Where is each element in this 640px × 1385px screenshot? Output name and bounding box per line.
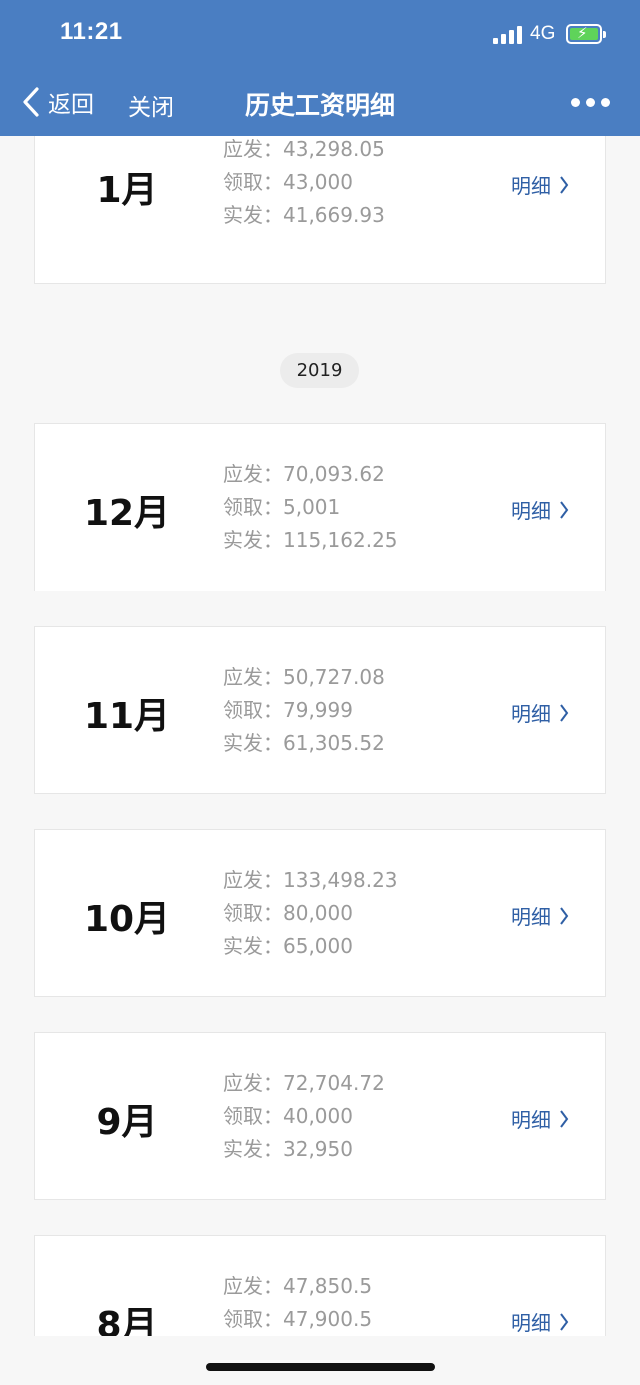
detail-label: 明细 xyxy=(511,905,551,929)
card-values: 应发：70,093.62 领取：5,001 实发：115,162.25 xyxy=(223,458,398,557)
net-line: 实发：32,950 xyxy=(223,1137,353,1161)
gross-line: 应发：72,704.72 xyxy=(223,1071,385,1095)
status-bar: 11:21 4G ⚡ xyxy=(0,0,640,70)
received-line: 领取：79,999 xyxy=(223,698,353,722)
salary-history-list: 1月 应发：43,298.05 领取：43,000 实发：41,669.93 明… xyxy=(0,136,640,1336)
net-line: 实发：41,669.93 xyxy=(223,203,385,227)
card-month: 1月 xyxy=(96,170,158,211)
detail-label: 明细 xyxy=(511,702,551,726)
gross-line: 应发：50,727.08 xyxy=(223,665,385,689)
gross-line: 应发：70,093.62 xyxy=(223,462,385,486)
net-line: 实发：61,305.52 xyxy=(223,731,385,755)
gross-line: 应发：43,298.05 xyxy=(223,137,385,161)
signal-icon xyxy=(493,26,523,44)
received-line: 领取：47,900.5 xyxy=(223,1307,373,1331)
chevron-right-icon xyxy=(560,175,569,194)
net-line: 实发：115,162.25 xyxy=(223,528,398,552)
detail-label: 明细 xyxy=(511,174,551,198)
card-month: 9月 xyxy=(96,1102,158,1143)
salary-card-aug: 8月 应发：47,850.5 领取：47,900.5 明细 xyxy=(34,1235,606,1336)
received-line: 领取：80,000 xyxy=(223,901,353,925)
salary-card-dec: 12月 应发：70,093.62 领取：5,001 实发：115,162.25 … xyxy=(34,423,606,591)
header: 11:21 4G ⚡ 返回 关闭 历史工资明细 xyxy=(0,0,640,136)
detail-link[interactable]: 明细 xyxy=(511,1104,569,1133)
detail-link[interactable]: 明细 xyxy=(511,170,569,199)
salary-card-oct: 10月 应发：133,498.23 领取：80,000 实发：65,000 明细 xyxy=(34,829,606,997)
card-month: 8月 xyxy=(96,1305,158,1336)
card-values: 应发：133,498.23 领取：80,000 实发：65,000 xyxy=(223,864,398,963)
salary-card-jan: 1月 应发：43,298.05 领取：43,000 实发：41,669.93 明… xyxy=(34,136,606,284)
nav-bar: 返回 关闭 历史工资明细 xyxy=(0,70,640,136)
chevron-right-icon xyxy=(560,906,569,925)
card-values: 应发：47,850.5 领取：47,900.5 xyxy=(223,1270,372,1336)
app-root: 11:21 4G ⚡ 返回 关闭 历史工资明细 1月 应发：43,298.05 … xyxy=(0,0,640,1385)
salary-card-nov: 11月 应发：50,727.08 领取：79,999 实发：61,305.52 … xyxy=(34,626,606,794)
card-month: 12月 xyxy=(83,493,171,534)
detail-link[interactable]: 明细 xyxy=(511,698,569,727)
gross-line: 应发：133,498.23 xyxy=(223,868,398,892)
page-title: 历史工资明细 xyxy=(244,91,395,120)
received-line: 领取：43,000 xyxy=(223,170,353,194)
chevron-right-icon xyxy=(560,500,569,519)
salary-card-sep: 9月 应发：72,704.72 领取：40,000 实发：32,950 明细 xyxy=(34,1032,606,1200)
card-month: 11月 xyxy=(83,696,171,737)
more-dots-icon[interactable] xyxy=(571,98,611,108)
gross-line: 应发：47,850.5 xyxy=(223,1274,373,1298)
chevron-right-icon xyxy=(560,1109,569,1128)
year-divider: 2019 xyxy=(280,353,359,388)
detail-link[interactable]: 明细 xyxy=(511,1307,569,1336)
detail-label: 明细 xyxy=(511,1311,551,1335)
detail-label: 明细 xyxy=(511,499,551,523)
home-indicator[interactable] xyxy=(206,1363,435,1371)
status-time: 11:21 xyxy=(60,18,123,45)
chevron-right-icon xyxy=(560,703,569,722)
card-values: 应发：43,298.05 领取：43,000 实发：41,669.93 xyxy=(223,136,385,232)
net-line: 实发：65,000 xyxy=(223,934,353,958)
received-line: 领取：5,001 xyxy=(223,495,341,519)
card-month: 10月 xyxy=(83,899,171,940)
detail-link[interactable]: 明细 xyxy=(511,901,569,930)
network-type: 4G xyxy=(530,23,556,44)
detail-label: 明细 xyxy=(511,1108,551,1132)
card-values: 应发：72,704.72 领取：40,000 实发：32,950 xyxy=(223,1067,385,1166)
received-line: 领取：40,000 xyxy=(223,1104,353,1128)
detail-link[interactable]: 明细 xyxy=(511,495,569,524)
card-values: 应发：50,727.08 领取：79,999 实发：61,305.52 xyxy=(223,661,385,760)
battery-icon: ⚡ xyxy=(566,24,606,44)
chevron-right-icon xyxy=(560,1312,569,1331)
